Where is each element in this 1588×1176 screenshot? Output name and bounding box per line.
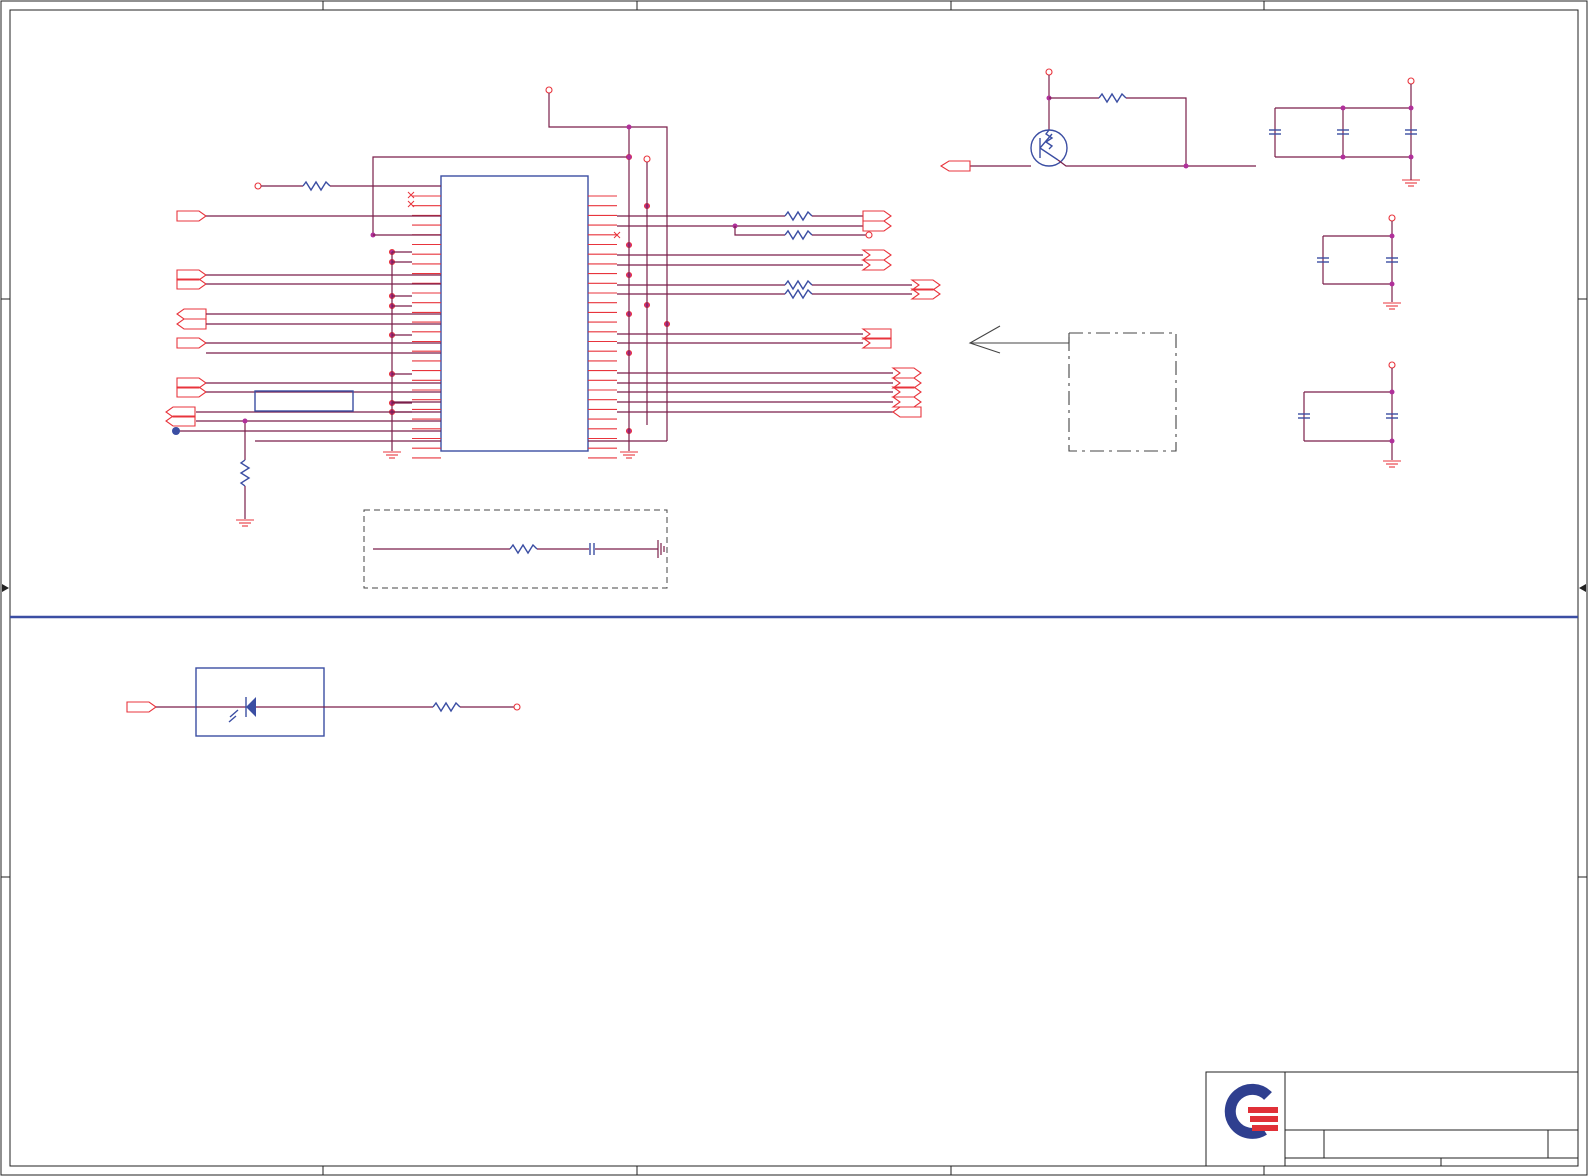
power-terminal xyxy=(254,182,262,190)
test-point xyxy=(865,231,873,239)
off-page-connector xyxy=(862,210,892,222)
off-page-connector xyxy=(892,406,922,418)
left-nets xyxy=(254,156,629,451)
rc-network-box xyxy=(363,509,668,589)
drawing-frame xyxy=(0,0,1588,1176)
resistor-symbol xyxy=(302,180,331,192)
power-terminal xyxy=(545,86,553,94)
off-page-connector xyxy=(862,220,892,232)
component-outline xyxy=(254,390,354,412)
left-connectors xyxy=(165,210,441,442)
transistor-circuit xyxy=(939,68,1256,172)
bidir-connector xyxy=(891,367,922,379)
test-point xyxy=(172,427,180,435)
led-circuit xyxy=(126,667,521,737)
resistor-symbol xyxy=(784,229,813,241)
dash-dot-outline xyxy=(1068,332,1177,452)
capacitor-bank-2 xyxy=(1317,214,1398,302)
resistor-symbol xyxy=(784,288,813,300)
right-nets xyxy=(545,86,668,451)
led-symbol xyxy=(246,697,256,717)
capacitor-bank-3 xyxy=(1298,361,1398,460)
resistor-symbol xyxy=(784,279,813,291)
resistor-symbol xyxy=(784,210,813,222)
bidir-connector xyxy=(861,259,892,271)
off-page-connector xyxy=(176,308,207,320)
pulldown-resistor xyxy=(239,418,251,519)
right-signals xyxy=(617,210,941,418)
off-page-connector xyxy=(176,210,207,222)
power-terminal xyxy=(643,155,651,163)
off-page-connector xyxy=(176,337,207,349)
bidir-connector xyxy=(861,249,892,261)
callout-arrow xyxy=(968,325,1070,354)
off-page-connector xyxy=(176,318,207,330)
company-logo xyxy=(1224,1083,1278,1139)
no-connect-mark xyxy=(407,191,415,208)
bidir-connector xyxy=(891,396,922,408)
schematic-sheet xyxy=(0,0,1588,1176)
wire-segment xyxy=(734,226,785,236)
capacitor-bank-1 xyxy=(1269,77,1417,180)
title-block xyxy=(1205,1071,1579,1167)
